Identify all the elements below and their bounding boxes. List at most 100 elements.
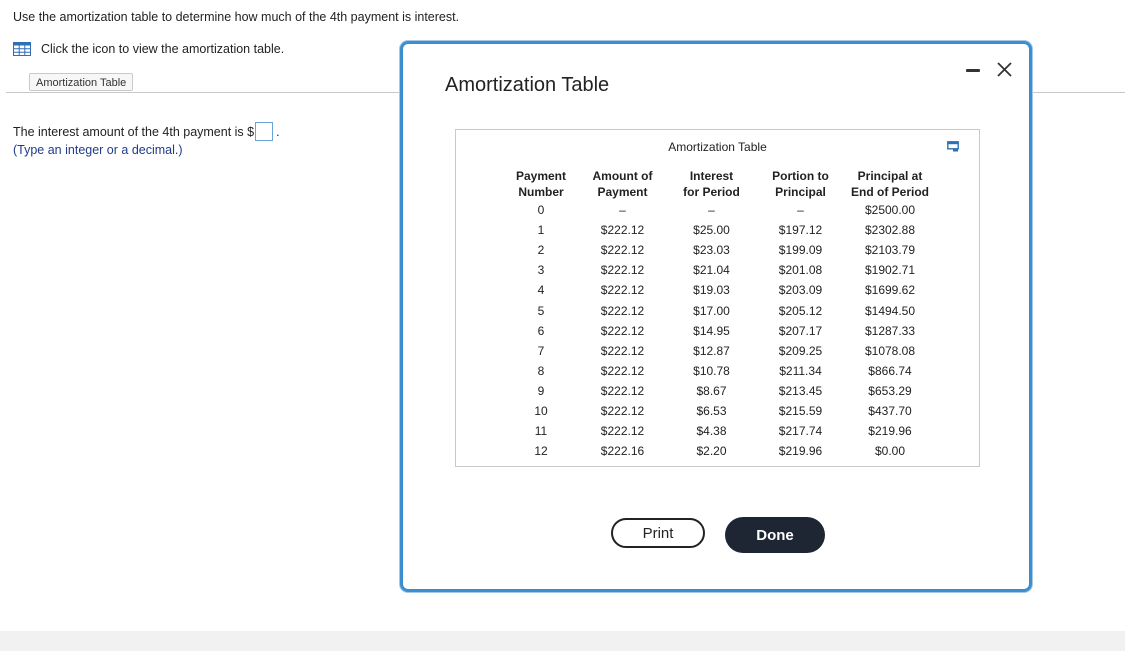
table-row: 11 $222.12 $4.38 $217.74 $219.96 [504, 421, 935, 441]
table-cell: – [619, 203, 626, 218]
table-cell: $21.04 [693, 263, 730, 278]
table-cell: $8.67 [696, 383, 727, 398]
table-cell: 4 [537, 283, 545, 298]
table-cell: $222.12 [600, 363, 645, 378]
table-cell: $215.59 [778, 403, 823, 418]
question-line: The interest amount of the 4th payment i… [13, 122, 280, 141]
table-cell: $222.16 [600, 444, 645, 459]
table-row: 10 $222.12 $6.53 $215.59 $437.70 [504, 401, 935, 421]
table-row: 3 $222.12 $21.04 $201.08 $1902.71 [504, 260, 935, 280]
table-cell: $217.74 [778, 424, 823, 439]
table-cell: $1699.62 [864, 283, 916, 298]
footer-band [0, 631, 1125, 651]
header-amount-of-payment: Amount of Payment [592, 169, 653, 199]
table-cell: 0 [537, 203, 545, 218]
table-cell: 8 [537, 363, 545, 378]
table-cell: 6 [537, 323, 545, 338]
table-cell: $222.12 [600, 263, 645, 278]
table-cell: $222.12 [600, 223, 645, 238]
print-button[interactable]: Print [611, 518, 705, 548]
table-row: 0 – – – $2500.00 [504, 200, 935, 220]
table-cell: $219.96 [868, 424, 912, 439]
table-cell: 5 [537, 303, 545, 318]
table-cell: $12.87 [693, 343, 730, 358]
table-cell: $653.29 [868, 383, 912, 398]
header-interest-for-period: Interest for Period [683, 169, 740, 199]
table-cell: $2103.79 [864, 243, 916, 258]
question-suffix: . [276, 124, 280, 139]
amortization-modal: Amortization Table Amortization Table Pa… [400, 41, 1032, 592]
done-button[interactable]: Done [725, 517, 825, 553]
table-cell: $222.12 [600, 343, 645, 358]
table-cell: $10.78 [693, 363, 730, 378]
table-row: 5 $222.12 $17.00 $205.12 $1494.50 [504, 300, 935, 320]
table-cell: – [708, 203, 715, 218]
table-cell: 1 [537, 223, 545, 238]
table-row: 8 $222.12 $10.78 $211.34 $866.74 [504, 361, 935, 381]
table-cell: $219.96 [778, 444, 823, 459]
table-row: 12 $222.16 $2.20 $219.96 $0.00 [504, 441, 935, 461]
question-text: The interest amount of the 4th payment i… [13, 124, 255, 139]
instructions-text: Use the amortization table to determine … [13, 10, 460, 24]
table-cell: $25.00 [693, 223, 730, 238]
table-cell: $1287.33 [864, 323, 916, 338]
table-cell: 2 [537, 243, 545, 258]
table-row: 7 $222.12 $12.87 $209.25 $1078.08 [504, 341, 935, 361]
table-cell: $23.03 [693, 243, 730, 258]
table-cell: $207.17 [778, 323, 823, 338]
table-row: 9 $222.12 $8.67 $213.45 $653.29 [504, 381, 935, 401]
table-cell: – [797, 203, 804, 218]
table-row: 2 $222.12 $23.03 $199.09 $2103.79 [504, 240, 935, 260]
table-cell: $2302.88 [864, 223, 916, 238]
table-grid-icon[interactable] [13, 42, 31, 56]
panel-title: Amortization Table [668, 140, 767, 154]
table-cell: $14.95 [693, 323, 730, 338]
view-table-link[interactable]: Click the icon to view the amortization … [13, 42, 284, 56]
table-cell: $201.08 [778, 263, 823, 278]
table-cell: $222.12 [600, 383, 645, 398]
table-cell: $0.00 [874, 444, 906, 459]
header-principal-at-end: Principal at End of Period [851, 169, 929, 199]
answer-input[interactable] [255, 122, 274, 141]
amortization-table-button[interactable]: Amortization Table [29, 73, 134, 91]
table-cell: $199.09 [778, 243, 823, 258]
table-cell: $6.53 [696, 403, 727, 418]
minimize-icon[interactable] [966, 69, 980, 72]
close-icon[interactable] [995, 59, 1015, 81]
header-payment-number: Payment Number [515, 169, 567, 199]
table-cell: 10 [534, 403, 548, 418]
table-cell: $211.34 [779, 363, 822, 378]
table-cell: $866.74 [868, 363, 912, 378]
header-portion-to-principal: Portion to Principal [772, 169, 829, 199]
table-cell: $437.70 [868, 403, 912, 418]
table-cell: $17.00 [693, 303, 730, 318]
table-cell: 7 [537, 343, 545, 358]
table-cell: $222.12 [600, 424, 645, 439]
icon-prompt-text: Click the icon to view the amortization … [41, 42, 285, 56]
table-header-row: Payment Number Amount of Payment Interest f… [504, 164, 935, 200]
table-cell: 3 [537, 263, 545, 278]
table-cell: $222.12 [600, 243, 645, 258]
table-row: 4 $222.12 $19.03 $203.09 $1699.62 [504, 280, 935, 300]
table-cell: $209.25 [778, 343, 823, 358]
table-cell: $197.12 [778, 223, 823, 238]
divider [6, 92, 402, 93]
table-cell: $203.09 [778, 283, 823, 298]
amortization-table: Payment Number Amount of Payment Interest f… [504, 164, 935, 461]
table-cell: $222.12 [600, 403, 645, 418]
table-row: 6 $222.12 $14.95 $207.17 $1287.33 [504, 321, 935, 341]
table-cell: $222.12 [600, 303, 645, 318]
table-cell: 9 [537, 383, 545, 398]
table-cell: $213.45 [778, 383, 823, 398]
table-cell: $205.12 [778, 303, 823, 318]
table-cell: $2500.00 [864, 203, 916, 218]
table-cell: $1902.71 [864, 263, 916, 278]
table-cell: $1494.50 [864, 303, 916, 318]
modal-title: Amortization Table [445, 74, 610, 96]
table-cell: $19.03 [693, 283, 730, 298]
divider [1031, 92, 1125, 93]
popout-icon[interactable] [947, 141, 959, 152]
table-cell: $222.12 [600, 323, 645, 338]
table-cell: 12 [534, 444, 548, 459]
table-cell: $1078.08 [864, 343, 916, 358]
